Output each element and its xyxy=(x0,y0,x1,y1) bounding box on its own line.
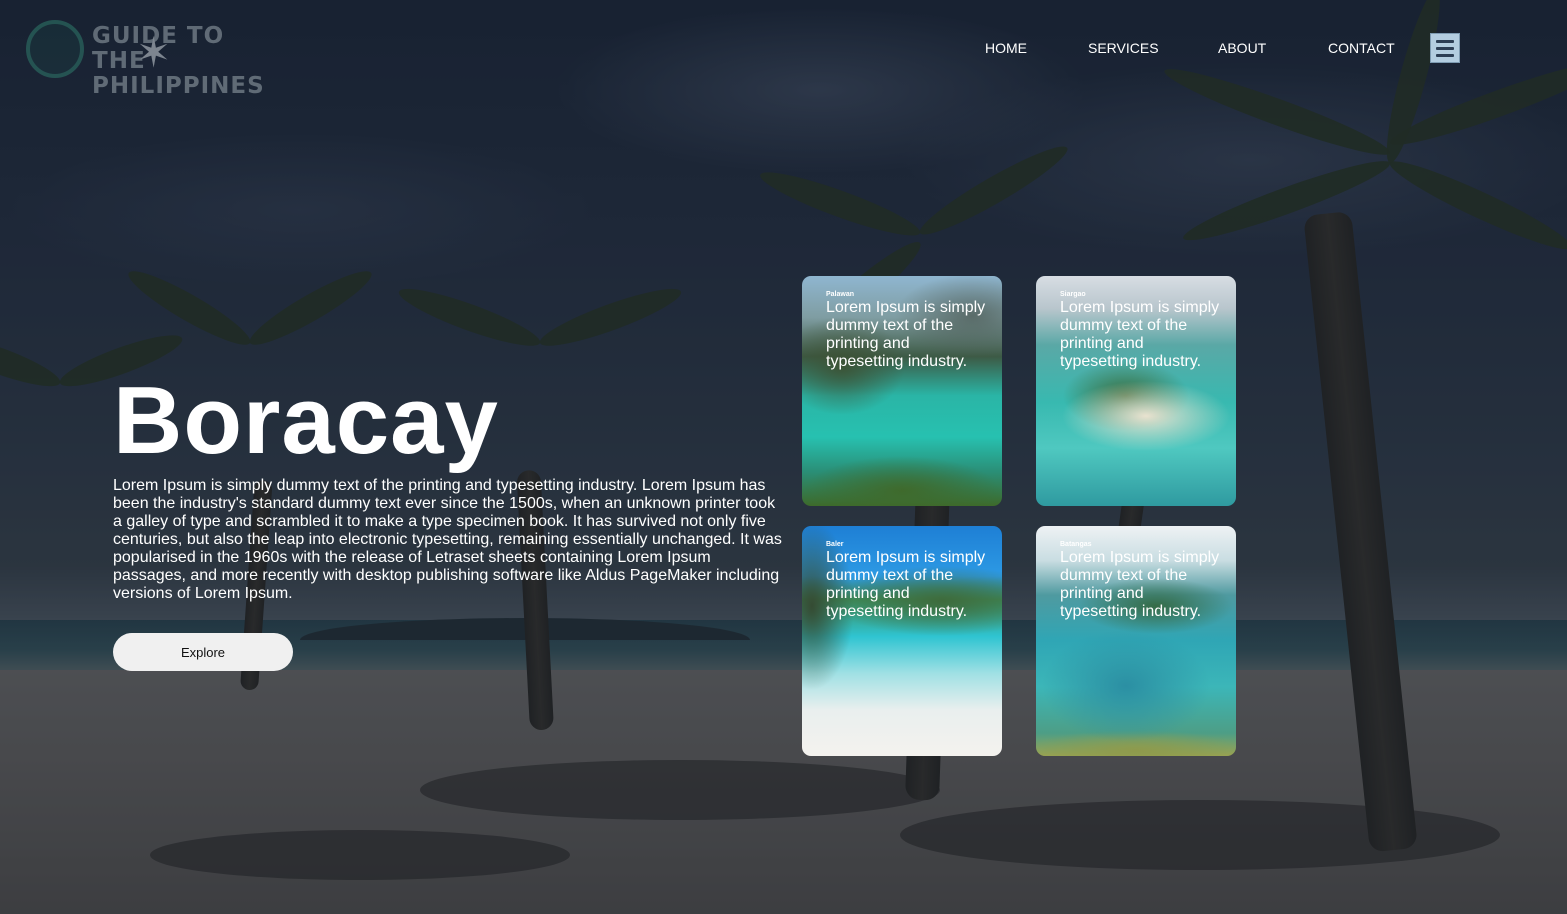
card-text: Lorem Ipsum is simply dummy text of the … xyxy=(826,549,986,620)
logo-text: GUIDE TO THE PHILIPPINES xyxy=(92,23,265,99)
explore-button[interactable]: Explore xyxy=(113,633,293,671)
nav-contact[interactable]: CONTACT xyxy=(1328,40,1395,56)
hamburger-menu-icon[interactable] xyxy=(1430,33,1460,63)
nav-about[interactable]: ABOUT xyxy=(1218,40,1266,56)
card-place: Siargao xyxy=(1060,291,1086,298)
card-place: Palawan xyxy=(826,291,855,298)
page-title: Boracay xyxy=(113,367,499,474)
card-text: Lorem Ipsum is simply dummy text of the … xyxy=(826,299,986,370)
destination-card-batangas[interactable]: Batangas Lorem Ipsum is simply dummy tex… xyxy=(1036,526,1236,756)
card-place: Baler xyxy=(826,541,844,548)
destination-card-palawan[interactable]: Palawan Lorem Ipsum is simply dummy text… xyxy=(802,276,1002,506)
card-text: Lorem Ipsum is simply dummy text of the … xyxy=(1060,549,1220,620)
card-text: Lorem Ipsum is simply dummy text of the … xyxy=(1060,299,1220,370)
site-logo[interactable]: GUIDE TO THE PHILIPPINES ✶ xyxy=(26,20,286,99)
nav-services[interactable]: SERVICES xyxy=(1088,40,1159,56)
nav-home[interactable]: HOME xyxy=(985,40,1027,56)
destination-card-siargao[interactable]: Siargao Lorem Ipsum is simply dummy text… xyxy=(1036,276,1236,506)
hero-description: Lorem Ipsum is simply dummy text of the … xyxy=(113,477,782,602)
compass-logo-icon xyxy=(26,20,84,78)
destination-card-baler[interactable]: Baler Lorem Ipsum is simply dummy text o… xyxy=(802,526,1002,756)
star-logo-icon: ✶ xyxy=(136,29,172,76)
card-place: Batangas xyxy=(1060,541,1092,548)
